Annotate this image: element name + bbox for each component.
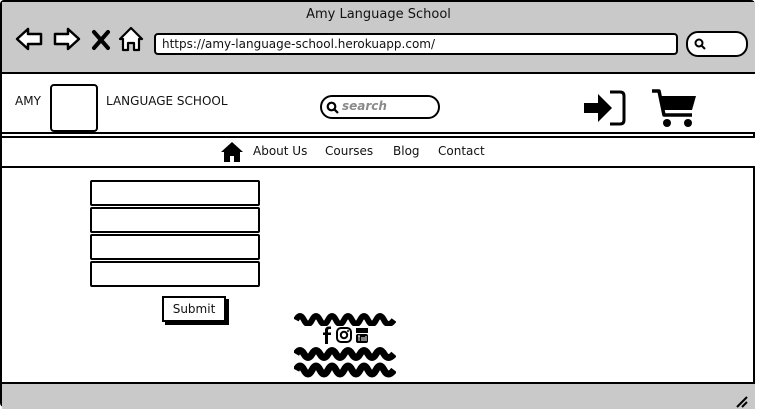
cart-icon[interactable] xyxy=(650,87,700,131)
search-icon xyxy=(326,101,339,114)
instagram-icon[interactable] xyxy=(336,326,352,344)
back-arrow-icon[interactable] xyxy=(14,24,44,54)
brand-left: AMY xyxy=(15,94,41,108)
facebook-icon[interactable] xyxy=(322,326,332,344)
window-title: Amy Language School xyxy=(306,7,451,22)
browser-window: Amy Language School https://amy-language… xyxy=(0,0,755,409)
form-field[interactable] xyxy=(90,234,260,260)
brand-right: LANGUAGE SCHOOL xyxy=(106,94,228,108)
close-icon[interactable] xyxy=(89,24,113,54)
scribbled-text xyxy=(292,347,397,379)
forward-arrow-icon[interactable] xyxy=(52,24,82,54)
search-placeholder: search xyxy=(342,99,387,113)
url-bar[interactable]: https://amy-language-school.herokuapp.co… xyxy=(154,33,678,55)
browser-search-field[interactable] xyxy=(686,31,748,57)
nav-item-blog[interactable]: Blog xyxy=(393,144,420,158)
site-search-input[interactable]: search xyxy=(320,95,440,119)
search-icon xyxy=(694,38,706,50)
login-icon[interactable] xyxy=(582,88,628,128)
nav-item-contact[interactable]: Contact xyxy=(438,144,485,158)
form-field[interactable] xyxy=(90,207,260,233)
scribbled-text xyxy=(293,311,397,327)
browser-chrome: Amy Language School https://amy-language… xyxy=(2,2,755,74)
submit-button[interactable]: Submit xyxy=(162,296,226,322)
nav-item-courses[interactable]: Courses xyxy=(325,144,373,158)
home-icon[interactable] xyxy=(117,24,145,54)
nav-item-about-us[interactable]: About Us xyxy=(253,144,307,158)
logo-placeholder[interactable] xyxy=(50,84,98,132)
main-nav: About Us Courses Blog Contact xyxy=(2,136,755,168)
status-bar xyxy=(2,382,755,409)
resize-grip-icon[interactable] xyxy=(735,393,749,408)
home-icon[interactable] xyxy=(220,141,244,163)
site-header: AMY LANGUAGE SCHOOL search xyxy=(2,74,755,134)
form-field[interactable] xyxy=(90,180,260,206)
form-field[interactable] xyxy=(90,261,260,287)
youtube-icon[interactable] xyxy=(355,326,369,344)
